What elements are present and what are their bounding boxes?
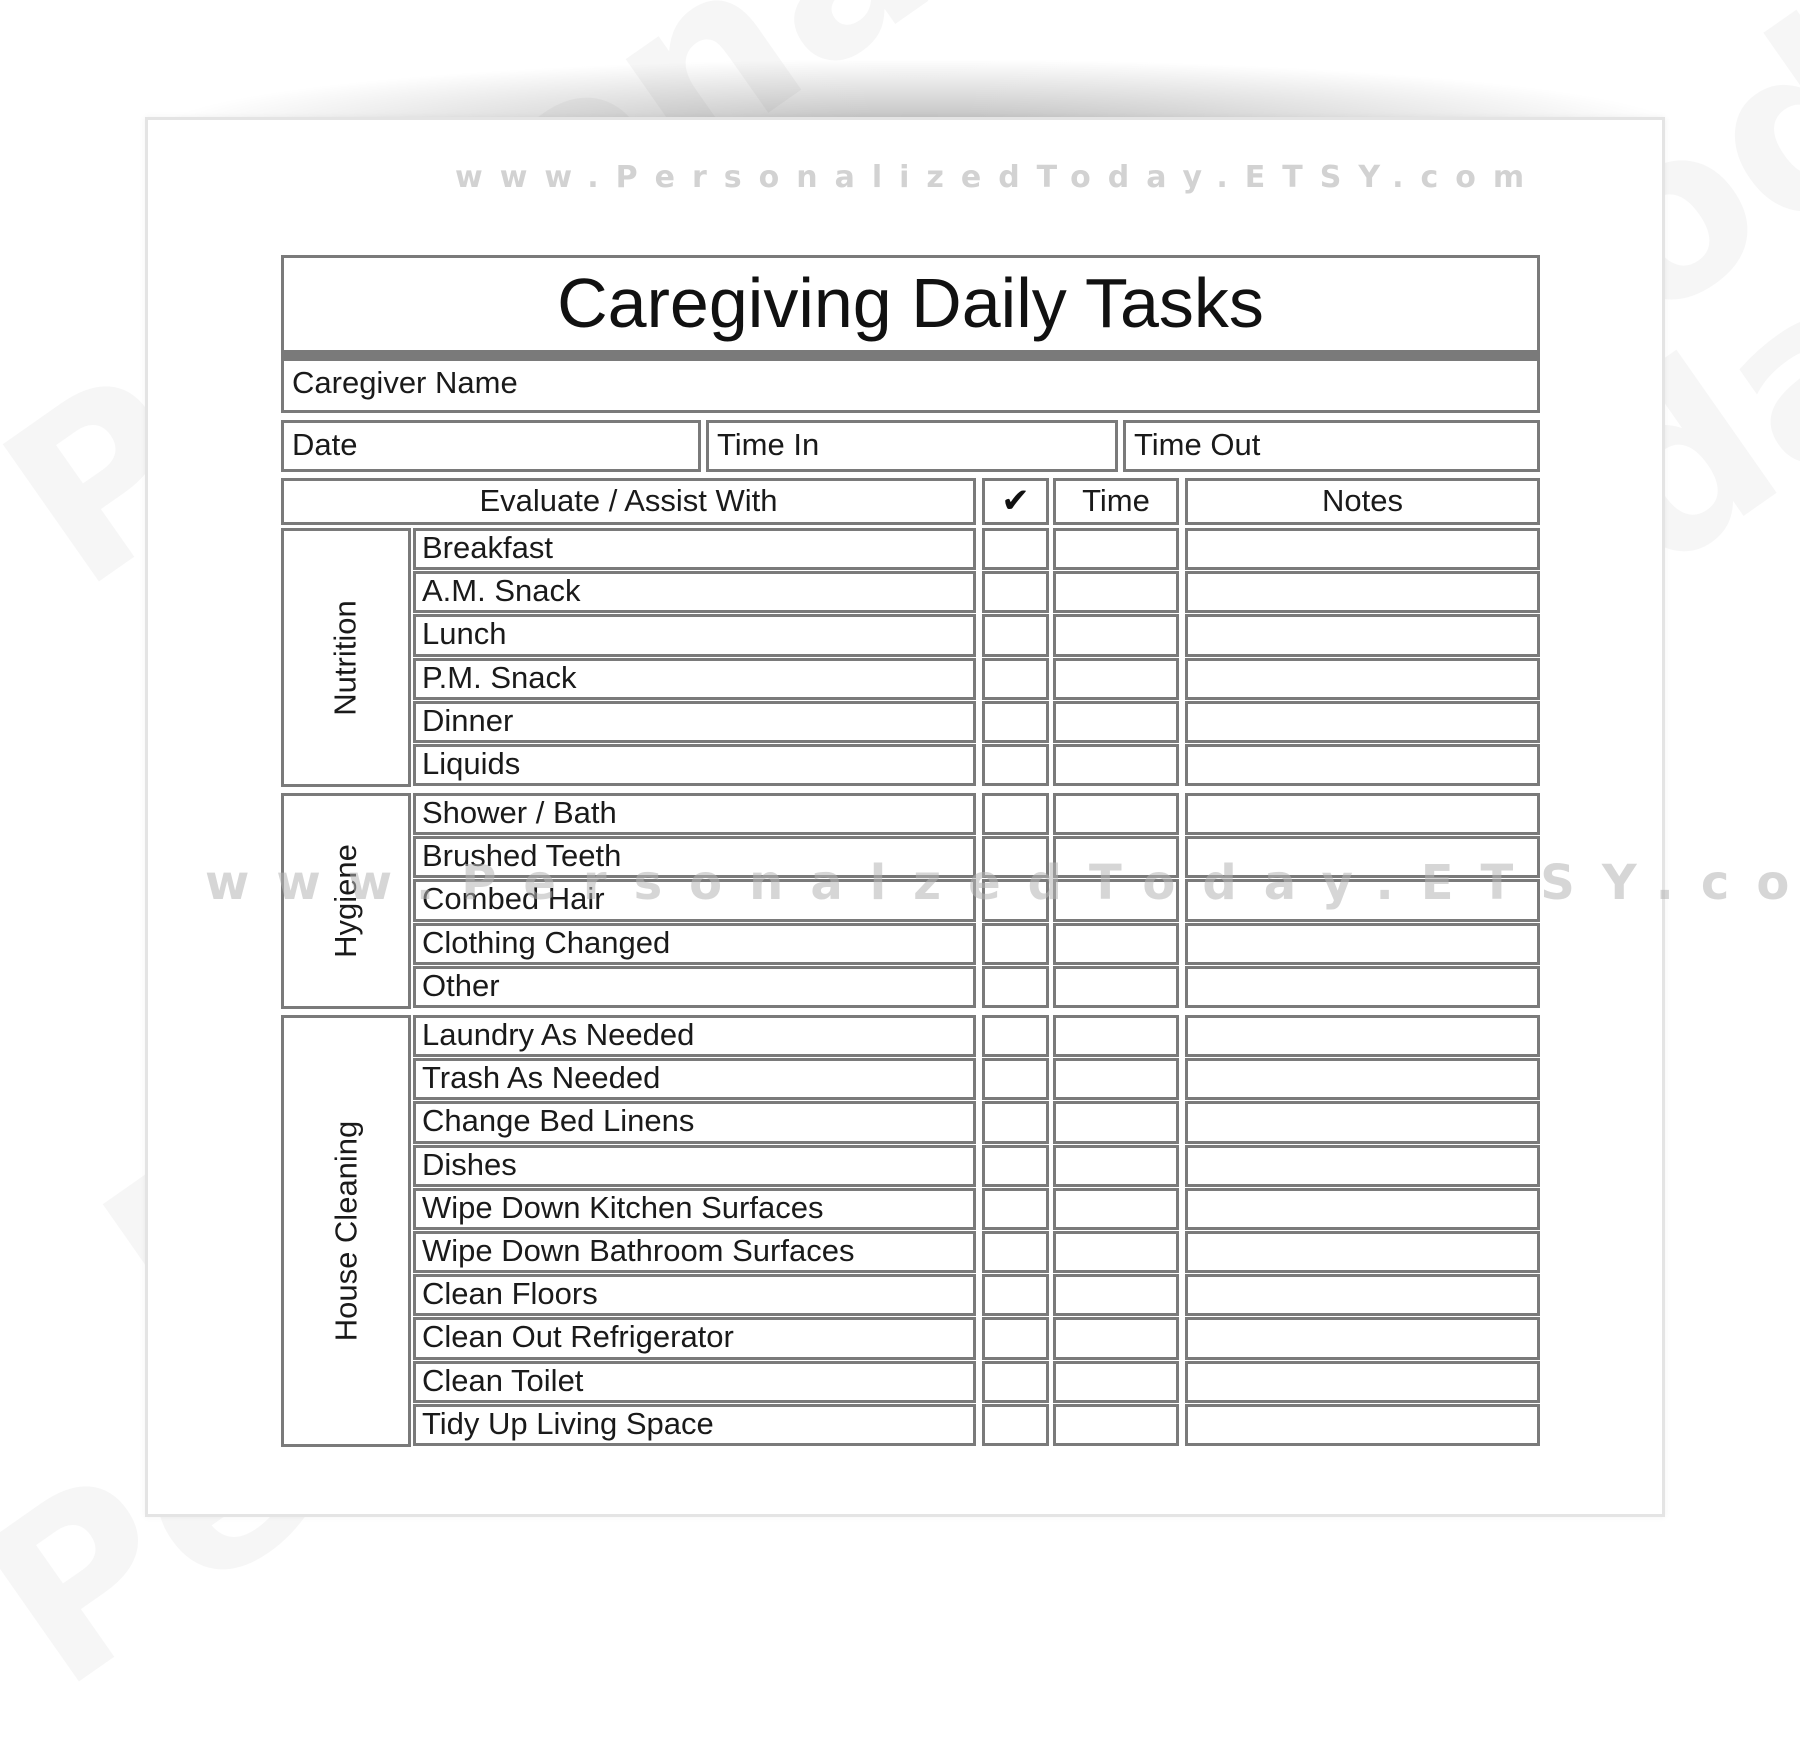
task-check-box[interactable] — [982, 966, 1049, 1008]
task-notes-field[interactable] — [1185, 1188, 1540, 1230]
task-label: Change Bed Linens — [413, 1101, 976, 1144]
task-check-box[interactable] — [982, 1274, 1049, 1316]
task-notes-field[interactable] — [1185, 701, 1540, 743]
task-label: Brushed Teeth — [413, 836, 976, 878]
task-time-field[interactable] — [1053, 528, 1179, 570]
task-check-box[interactable] — [982, 793, 1049, 835]
task-check-box[interactable] — [982, 744, 1049, 786]
task-label: P.M. Snack — [413, 658, 976, 700]
task-label: Wipe Down Kitchen Surfaces — [413, 1188, 976, 1230]
task-check-box[interactable] — [982, 1058, 1049, 1100]
task-label: Dishes — [413, 1145, 976, 1187]
task-label: Other — [413, 966, 976, 1008]
task-label: Wipe Down Bathroom Surfaces — [413, 1231, 976, 1273]
task-label: Clean Floors — [413, 1274, 976, 1316]
task-check-box[interactable] — [982, 571, 1049, 613]
task-check-box[interactable] — [982, 923, 1049, 965]
task-time-field[interactable] — [1053, 923, 1179, 965]
task-time-field[interactable] — [1053, 744, 1179, 786]
task-notes-field[interactable] — [1185, 658, 1540, 700]
section-label: Hygiene — [328, 844, 363, 958]
task-label: Liquids — [413, 744, 976, 786]
task-notes-field[interactable] — [1185, 1317, 1540, 1360]
column-header-task: Evaluate / Assist With — [281, 478, 976, 525]
task-label: Shower / Bath — [413, 793, 976, 835]
form-title: Caregiving Daily Tasks — [281, 255, 1540, 355]
task-notes-field[interactable] — [1185, 744, 1540, 786]
section-label-cell: House Cleaning — [281, 1015, 411, 1447]
task-time-field[interactable] — [1053, 1361, 1179, 1403]
task-time-field[interactable] — [1053, 1101, 1179, 1144]
task-check-box[interactable] — [982, 836, 1049, 878]
task-notes-field[interactable] — [1185, 1058, 1540, 1100]
task-label: Dinner — [413, 701, 976, 743]
task-notes-field[interactable] — [1185, 923, 1540, 965]
task-notes-field[interactable] — [1185, 1361, 1540, 1403]
task-check-box[interactable] — [982, 1361, 1049, 1403]
task-time-field[interactable] — [1053, 1015, 1179, 1057]
task-check-box[interactable] — [982, 1317, 1049, 1360]
task-time-field[interactable] — [1053, 1145, 1179, 1187]
task-check-box[interactable] — [982, 1231, 1049, 1273]
task-time-field[interactable] — [1053, 701, 1179, 743]
task-notes-field[interactable] — [1185, 1101, 1540, 1144]
task-time-field[interactable] — [1053, 658, 1179, 700]
task-notes-field[interactable] — [1185, 614, 1540, 657]
task-notes-field[interactable] — [1185, 879, 1540, 922]
task-label: Trash As Needed — [413, 1058, 976, 1100]
task-time-field[interactable] — [1053, 1231, 1179, 1273]
task-notes-field[interactable] — [1185, 571, 1540, 613]
task-notes-field[interactable] — [1185, 1015, 1540, 1057]
task-label: Combed Hair — [413, 879, 976, 922]
task-notes-field[interactable] — [1185, 1274, 1540, 1316]
task-check-box[interactable] — [982, 1188, 1049, 1230]
watermark-url-top: www.PersonalizedToday.ETSY.com — [455, 160, 1542, 195]
task-time-field[interactable] — [1053, 836, 1179, 878]
task-time-field[interactable] — [1053, 571, 1179, 613]
section-label: House Cleaning — [328, 1120, 363, 1342]
task-time-field[interactable] — [1053, 1058, 1179, 1100]
task-check-box[interactable] — [982, 614, 1049, 657]
column-header-notes: Notes — [1185, 478, 1540, 525]
section-label-cell: Hygiene — [281, 793, 411, 1009]
task-label: Clothing Changed — [413, 923, 976, 965]
task-time-field[interactable] — [1053, 1317, 1179, 1360]
task-check-box[interactable] — [982, 701, 1049, 743]
date-field[interactable]: Date — [281, 420, 701, 472]
task-notes-field[interactable] — [1185, 793, 1540, 835]
task-check-box[interactable] — [982, 658, 1049, 700]
task-notes-field[interactable] — [1185, 966, 1540, 1008]
task-time-field[interactable] — [1053, 966, 1179, 1008]
column-header-time: Time — [1053, 478, 1179, 525]
task-notes-field[interactable] — [1185, 1231, 1540, 1273]
task-check-box[interactable] — [982, 1015, 1049, 1057]
task-time-field[interactable] — [1053, 793, 1179, 835]
task-label: Clean Out Refrigerator — [413, 1317, 976, 1360]
task-time-field[interactable] — [1053, 1274, 1179, 1316]
task-time-field[interactable] — [1053, 1188, 1179, 1230]
task-label: Breakfast — [413, 528, 976, 570]
section-label-cell: Nutrition — [281, 528, 411, 787]
task-label: Laundry As Needed — [413, 1015, 976, 1057]
time-out-field[interactable]: Time Out — [1123, 420, 1540, 472]
time-in-field[interactable]: Time In — [706, 420, 1118, 472]
task-notes-field[interactable] — [1185, 528, 1540, 570]
task-label: Clean Toilet — [413, 1361, 976, 1403]
caregiver-name-field[interactable]: Caregiver Name — [281, 358, 1540, 413]
task-check-box[interactable] — [982, 528, 1049, 570]
task-check-box[interactable] — [982, 879, 1049, 922]
task-label: A.M. Snack — [413, 571, 976, 613]
task-check-box[interactable] — [982, 1145, 1049, 1187]
task-notes-field[interactable] — [1185, 836, 1540, 878]
task-time-field[interactable] — [1053, 879, 1179, 922]
task-label: Lunch — [413, 614, 976, 657]
task-check-box[interactable] — [982, 1101, 1049, 1144]
section-label: Nutrition — [328, 599, 363, 716]
task-time-field[interactable] — [1053, 614, 1179, 657]
check-mark-icon: ✔ — [982, 478, 1049, 525]
task-notes-field[interactable] — [1185, 1145, 1540, 1187]
